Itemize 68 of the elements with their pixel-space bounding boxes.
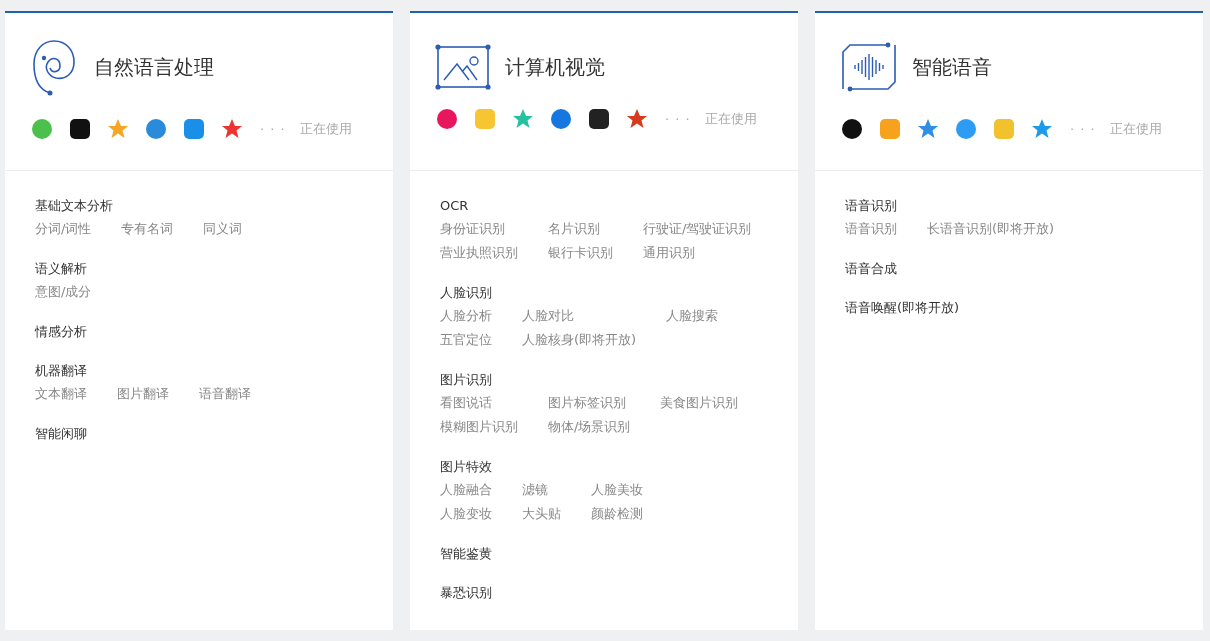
feature-link[interactable]: 颜龄检测 xyxy=(591,502,643,526)
category-title: 智能闲聊 xyxy=(35,425,88,443)
app-icon xyxy=(992,117,1016,141)
card-title: 智能语音 xyxy=(912,53,992,81)
category-title: 机器翻译 xyxy=(35,362,88,380)
feature-link[interactable]: 分词/词性 xyxy=(35,217,92,241)
feature-link[interactable]: 同义词 xyxy=(203,217,243,241)
more-dots: · · · xyxy=(665,111,691,127)
feature-link[interactable]: 人脸搜索 xyxy=(666,304,719,328)
app-icon xyxy=(954,117,978,141)
app-icon xyxy=(68,117,92,141)
feature-link[interactable]: 人脸对比 xyxy=(522,304,637,328)
feature-link[interactable]: 文本翻译 xyxy=(35,382,87,406)
feature-link[interactable]: 模糊图片识别 xyxy=(440,415,518,439)
in-use-label: 正在使用 xyxy=(704,110,757,128)
feature-link[interactable]: 语音识别 xyxy=(845,217,897,241)
feature-link[interactable]: 人脸分析 xyxy=(440,304,492,328)
category-title: 人脸识别 xyxy=(440,284,493,302)
app-icon xyxy=(878,117,902,141)
more-dots: · · · xyxy=(1070,121,1096,137)
feature-link[interactable]: 语音翻译 xyxy=(199,382,251,406)
category-title: 基础文本分析 xyxy=(35,197,114,215)
app-icon xyxy=(144,117,168,141)
feature-link[interactable]: 人脸美妆 xyxy=(591,478,643,502)
feature-link[interactable]: 专有名词 xyxy=(121,217,174,241)
in-use-label: 正在使用 xyxy=(299,120,352,138)
category-title: 图片识别 xyxy=(440,371,493,389)
feature-link[interactable]: 行驶证/驾驶证识别 xyxy=(643,217,752,241)
app-icon xyxy=(473,107,497,131)
category-title: 语音合成 xyxy=(845,260,898,278)
category-title: OCR xyxy=(440,197,470,215)
sound-wave-icon xyxy=(840,42,898,92)
feature-link[interactable]: 物体/场景识别 xyxy=(548,415,631,439)
app-icon xyxy=(549,107,573,131)
feature-link[interactable]: 大头贴 xyxy=(522,502,561,526)
category-title: 情感分析 xyxy=(35,323,88,341)
feature-link[interactable]: 看图说话 xyxy=(440,391,518,415)
image-frame-icon xyxy=(435,44,491,90)
app-icon xyxy=(840,117,864,141)
feature-link[interactable]: 图片翻译 xyxy=(117,382,169,406)
feature-link[interactable]: 人脸核身(即将开放) xyxy=(522,328,637,352)
feature-link[interactable]: 长语音识别(即将开放) xyxy=(927,217,1055,241)
feature-link[interactable]: 滤镜 xyxy=(522,478,561,502)
category-title: 语音识别 xyxy=(845,197,898,215)
more-dots: · · · xyxy=(260,121,286,137)
feature-link[interactable]: 通用识别 xyxy=(643,241,752,265)
feature-link[interactable]: 营业执照识别 xyxy=(440,241,518,265)
feature-link[interactable]: 人脸融合 xyxy=(440,478,492,502)
category-title: 语义解析 xyxy=(35,260,88,278)
feature-link[interactable]: 美食图片识别 xyxy=(660,391,739,415)
feature-link[interactable]: 人脸变妆 xyxy=(440,502,492,526)
card-title: 自然语言处理 xyxy=(94,53,214,81)
feature-link[interactable]: 银行卡识别 xyxy=(548,241,613,265)
app-icon xyxy=(435,107,459,131)
feature-link[interactable]: 身份证识别 xyxy=(440,217,518,241)
app-icon xyxy=(182,117,206,141)
category-title: 暴恐识别 xyxy=(440,584,493,602)
feature-link[interactable]: 图片标签识别 xyxy=(548,391,631,415)
feature-link[interactable]: 意图/成分 xyxy=(35,280,92,304)
app-icon xyxy=(30,117,54,141)
feature-link[interactable]: 名片识别 xyxy=(548,217,613,241)
app-icon xyxy=(587,107,611,131)
category-title: 图片特效 xyxy=(440,458,493,476)
card-title: 计算机视觉 xyxy=(505,53,605,81)
in-use-label: 正在使用 xyxy=(1109,120,1162,138)
category-title: 语音唤醒(即将开放) xyxy=(845,299,961,317)
category-title: 智能鉴黄 xyxy=(440,545,493,563)
feature-link[interactable]: 五官定位 xyxy=(440,328,492,352)
